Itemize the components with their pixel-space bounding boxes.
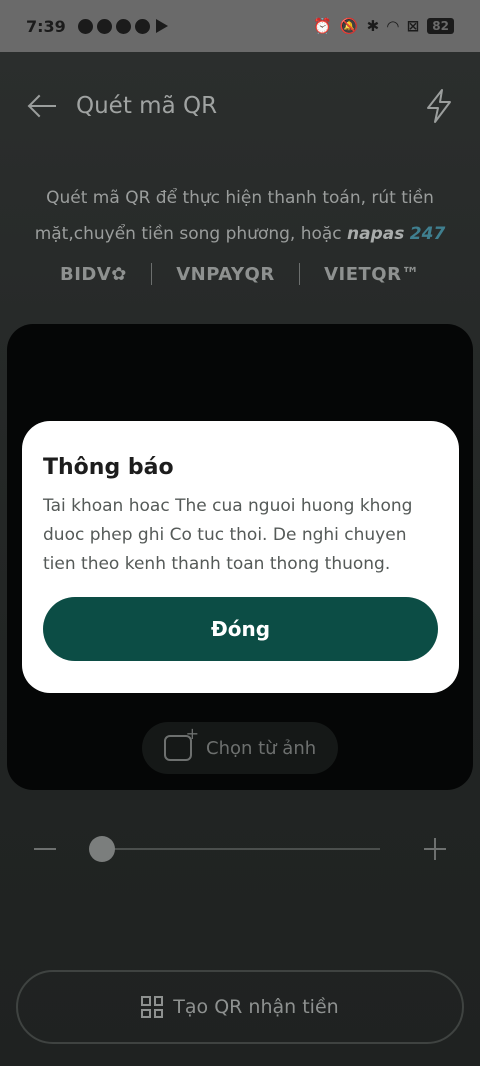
plus-icon[interactable] [424, 838, 446, 860]
napas-logo-number: 247 [409, 224, 446, 244]
status-time: 7:39 [26, 16, 66, 36]
pick-from-gallery-button[interactable]: Chọn từ ảnh [142, 722, 338, 774]
divider [298, 263, 300, 285]
close-button[interactable]: Đóng [43, 597, 438, 661]
no-sim-icon: ⊠ [406, 17, 420, 35]
vnpay-logo: VNPAYQR [176, 263, 275, 285]
napas-logo-text: napas [347, 224, 405, 244]
messenger-icon [134, 18, 150, 34]
notification-icons [77, 18, 168, 34]
play-store-icon [155, 18, 168, 33]
battery-icon: 82 [427, 18, 454, 34]
dialog-title: Thông báo [43, 455, 174, 480]
top-bar: Quét mã QR [26, 86, 454, 126]
status-icons: ⏰ 🔕 ✱ ◠ ⊠ 82 [313, 17, 454, 35]
vietqr-logo: VIETQR™ [324, 263, 420, 285]
back-arrow-icon[interactable] [26, 91, 60, 121]
mute-icon: 🔕 [339, 17, 359, 35]
page-title: Quét mã QR [76, 93, 218, 119]
minus-icon[interactable] [34, 848, 56, 850]
messenger-icon [96, 18, 112, 34]
messenger-icon [115, 18, 131, 34]
dialog-message: Tai khoan hoac The cua nguoi huong khong… [43, 496, 413, 574]
wifi-icon: ◠ [387, 17, 399, 35]
qr-code-icon [141, 996, 164, 1018]
pick-image-label: Chọn từ ảnh [206, 737, 317, 759]
scan-description: Quét mã QR để thực hiện thanh toán, rút … [30, 180, 450, 252]
divider [151, 263, 153, 285]
status-bar: 7:39 ⏰ 🔕 ✱ ◠ ⊠ 82 [0, 0, 480, 52]
bidv-logo: BIDV✿ [60, 263, 127, 285]
zoom-slider-thumb[interactable] [89, 836, 115, 862]
messenger-icon [77, 18, 93, 34]
zoom-control [34, 834, 446, 864]
partner-logos: BIDV✿ VNPAYQR VIETQR™ [60, 258, 420, 290]
bluetooth-icon: ✱ [366, 17, 380, 35]
create-qr-label: Tạo QR nhận tiền [173, 996, 339, 1018]
create-receive-qr-button[interactable]: Tạo QR nhận tiền [16, 970, 464, 1044]
image-plus-icon [164, 724, 199, 761]
zoom-slider[interactable] [89, 836, 380, 862]
notification-dialog: Thông báo Tai khoan hoac The cua nguoi h… [22, 421, 459, 693]
alarm-icon: ⏰ [313, 17, 332, 35]
flash-icon[interactable] [424, 88, 454, 124]
